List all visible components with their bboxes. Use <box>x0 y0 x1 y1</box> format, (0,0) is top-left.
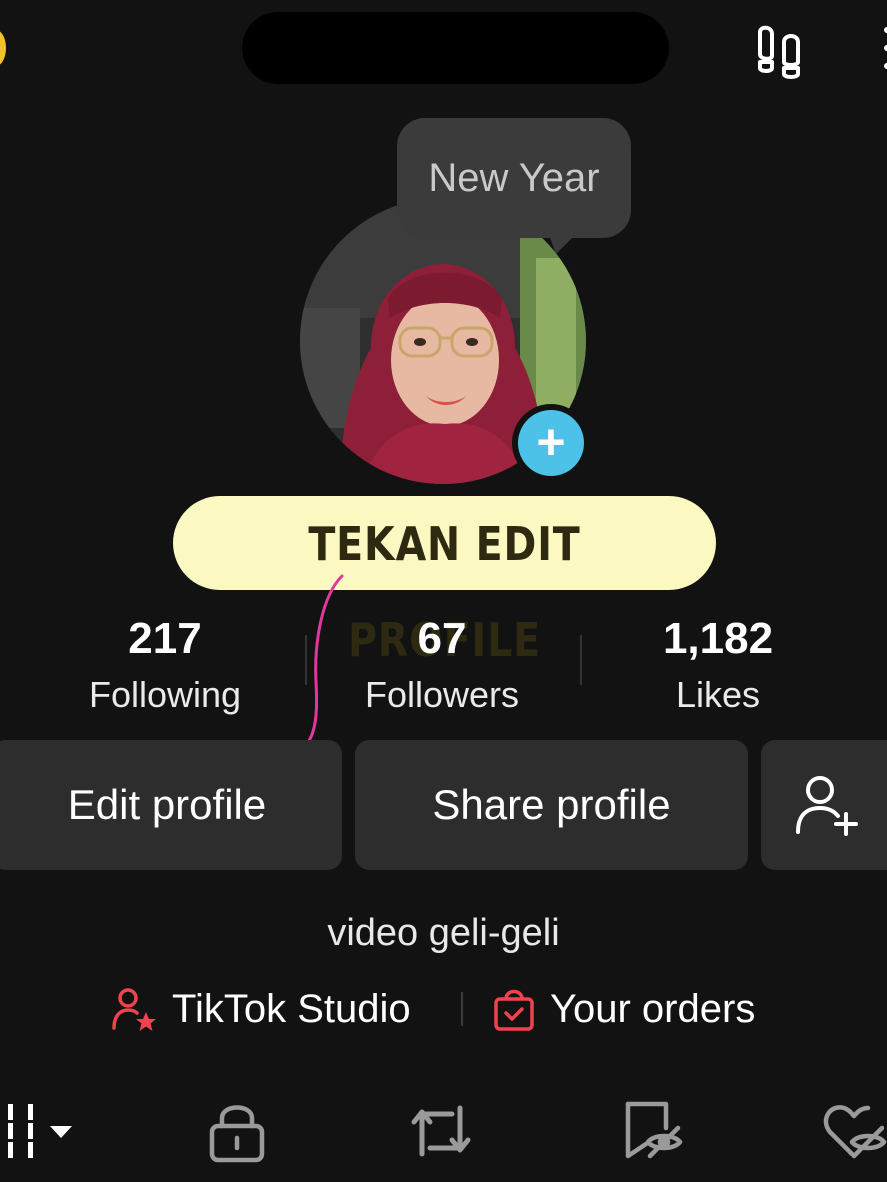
stat-followers-count[interactable]: 67 <box>342 612 542 666</box>
stat-divider <box>580 635 582 685</box>
stat-followers-label[interactable]: Followers <box>322 672 562 718</box>
add-story-button[interactable]: + <box>512 404 590 482</box>
plus-icon: + <box>536 414 566 470</box>
add-user-icon <box>790 770 860 840</box>
liked-hidden-icon[interactable] <box>822 1098 887 1164</box>
stat-likes-label[interactable]: Likes <box>598 672 838 718</box>
grid-dropdown-icon[interactable] <box>0 1098 84 1164</box>
edit-profile-label: Edit profile <box>67 781 267 828</box>
footprints-icon[interactable] <box>752 22 812 82</box>
stat-likes-count[interactable]: 1,182 <box>618 612 818 666</box>
profile-bio: video geli-geli <box>327 912 560 954</box>
your-orders-link[interactable]: Your orders <box>550 984 810 1034</box>
links-divider <box>461 992 463 1026</box>
lock-icon[interactable] <box>204 1098 270 1164</box>
share-profile-label: Share profile <box>432 781 671 828</box>
username-title[interactable] <box>242 12 669 84</box>
shopping-bag-icon <box>490 985 538 1033</box>
status-indicator <box>0 30 6 66</box>
bookmark-hidden-icon[interactable] <box>620 1098 686 1164</box>
tiktok-studio-link[interactable]: TikTok Studio <box>172 984 452 1034</box>
stat-following-count[interactable]: 217 <box>65 612 265 666</box>
note-bubble-text: New Year <box>428 156 600 200</box>
creator-star-icon <box>110 986 158 1034</box>
more-menu-icon[interactable] <box>882 24 887 72</box>
stat-following-label[interactable]: Following <box>45 672 285 718</box>
repost-icon[interactable] <box>408 1098 474 1164</box>
stat-divider <box>305 635 307 685</box>
